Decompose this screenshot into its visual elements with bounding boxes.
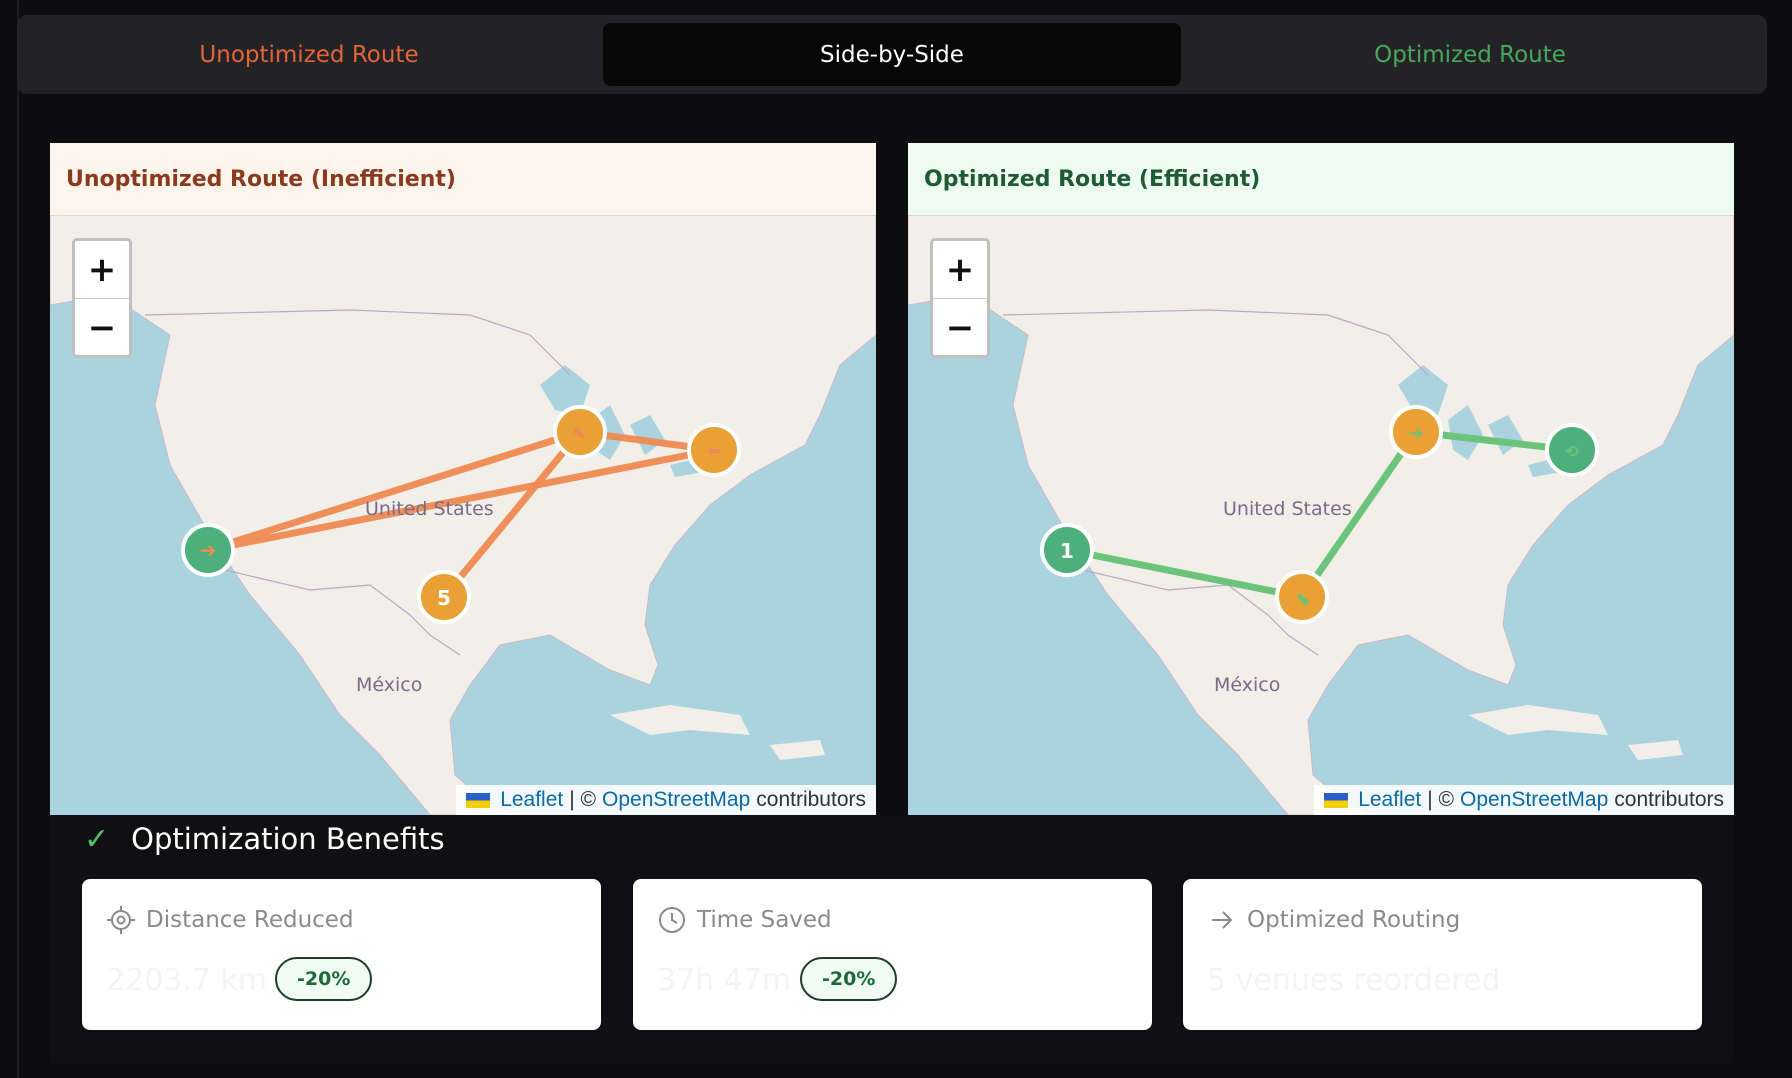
distance-reduced-card: Distance Reduced 2203.7 km -20% <box>82 879 601 1030</box>
stop-marker-chicago[interactable]: ⬉ <box>553 405 607 459</box>
zoom-control: + − <box>930 238 990 358</box>
attribution-contributors: contributors <box>756 788 866 811</box>
tab-optimized-route[interactable]: Optimized Route <box>1181 23 1759 86</box>
zoom-control: + − <box>72 238 132 358</box>
stop-marker-south[interactable]: ⬊ <box>1275 570 1329 624</box>
stop-marker-5[interactable]: 5 <box>417 570 471 624</box>
zoom-out-button[interactable]: − <box>75 299 129 356</box>
openstreetmap-link[interactable]: OpenStreetMap <box>602 788 750 812</box>
left-divider <box>17 0 19 1078</box>
label-united-states: United States <box>1223 498 1352 520</box>
stop-marker-east[interactable]: ⟲ <box>1545 423 1599 477</box>
stop-marker-east[interactable]: ⬅ <box>687 423 741 477</box>
attribution-separator: | © <box>569 788 597 811</box>
map-attribution: Leaflet | © OpenStreetMap contributors <box>1314 785 1734 815</box>
stop-number: 1 <box>1060 539 1074 563</box>
optimized-map-title: Optimized Route (Efficient) <box>908 143 1734 215</box>
zoom-in-button[interactable]: + <box>75 241 129 299</box>
card-header: Distance Reduced <box>106 905 354 935</box>
label-mexico: México <box>1214 674 1280 696</box>
card-header: Optimized Routing <box>1207 905 1460 935</box>
map-attribution: Leaflet | © OpenStreetMap contributors <box>456 785 876 815</box>
card-value: 37h 47m <box>657 963 792 998</box>
card-value: 5 venues reordered <box>1207 963 1501 998</box>
optimized-map[interactable]: 1 ⬊ ➔ ⟲ United States México + − Leaflet <box>908 215 1734 815</box>
svg-text:⬉: ⬉ <box>572 423 587 444</box>
optimized-routing-card: Optimized Routing 5 venues reordered <box>1183 879 1702 1030</box>
ukraine-flag-icon <box>1324 792 1349 808</box>
checkmark-icon: ✓ <box>84 821 110 857</box>
card-value: 2203.7 km <box>106 963 268 998</box>
optimization-benefits-section: ✓ Optimization Benefits Distance Reduced… <box>50 815 1733 1063</box>
leaflet-link[interactable]: Leaflet <box>1358 788 1421 812</box>
unoptimized-map-title: Unoptimized Route (Inefficient) <box>50 143 876 215</box>
zoom-in-button[interactable]: + <box>933 241 987 299</box>
card-label: Distance Reduced <box>146 907 354 933</box>
leaflet-link[interactable]: Leaflet <box>500 788 563 812</box>
tab-side-by-side[interactable]: Side-by-Side <box>603 23 1181 86</box>
openstreetmap-link[interactable]: OpenStreetMap <box>1460 788 1608 812</box>
benefits-title-text: Optimization Benefits <box>131 822 445 856</box>
attribution-separator: | © <box>1427 788 1455 811</box>
svg-text:➔: ➔ <box>200 538 217 562</box>
unoptimized-route-line <box>206 428 715 554</box>
stop-marker-chicago[interactable]: ➔ <box>1389 405 1443 459</box>
label-mexico: México <box>356 674 422 696</box>
card-header: Time Saved <box>657 905 832 935</box>
stop-marker-start[interactable]: ➔ <box>181 523 235 577</box>
time-saved-card: Time Saved 37h 47m -20% <box>633 879 1152 1030</box>
unoptimized-map-panel: Unoptimized Route (Inefficient) ➔ ⬉ ⬅ 5 … <box>50 143 876 815</box>
route-overlay: 1 ⬊ ➔ ⟲ United States México <box>1040 405 1599 696</box>
stop-marker-1[interactable]: 1 <box>1040 523 1094 577</box>
route-overlay: ➔ ⬉ ⬅ 5 United States México <box>181 405 741 696</box>
svg-text:➔: ➔ <box>1408 423 1423 444</box>
benefits-heading: ✓ Optimization Benefits <box>84 815 445 863</box>
card-label: Optimized Routing <box>1247 907 1461 933</box>
optimized-map-panel: Optimized Route (Efficient) 1 ⬊ ➔ ⟲ Unit… <box>908 143 1734 815</box>
attribution-contributors: contributors <box>1614 788 1724 811</box>
percent-badge: -20% <box>275 957 373 1001</box>
unoptimized-map[interactable]: ➔ ⬉ ⬅ 5 United States México + − Leaflet <box>50 215 876 815</box>
arrow-right-icon <box>1212 911 1233 929</box>
zoom-out-button[interactable]: − <box>933 299 987 356</box>
target-icon <box>107 906 135 934</box>
card-label: Time Saved <box>697 907 832 933</box>
svg-text:⬊: ⬊ <box>1294 588 1309 609</box>
label-united-states: United States <box>365 498 494 520</box>
ukraine-flag-icon <box>466 792 491 808</box>
percent-badge: -20% <box>800 957 898 1001</box>
view-tab-bar: Unoptimized Route Side-by-Side Optimized… <box>17 15 1767 94</box>
svg-text:⬅: ⬅ <box>706 441 721 462</box>
stop-number: 5 <box>437 586 451 610</box>
clock-icon <box>659 907 685 933</box>
svg-text:⟲: ⟲ <box>1565 442 1579 461</box>
tab-unoptimized-route[interactable]: Unoptimized Route <box>20 23 598 86</box>
